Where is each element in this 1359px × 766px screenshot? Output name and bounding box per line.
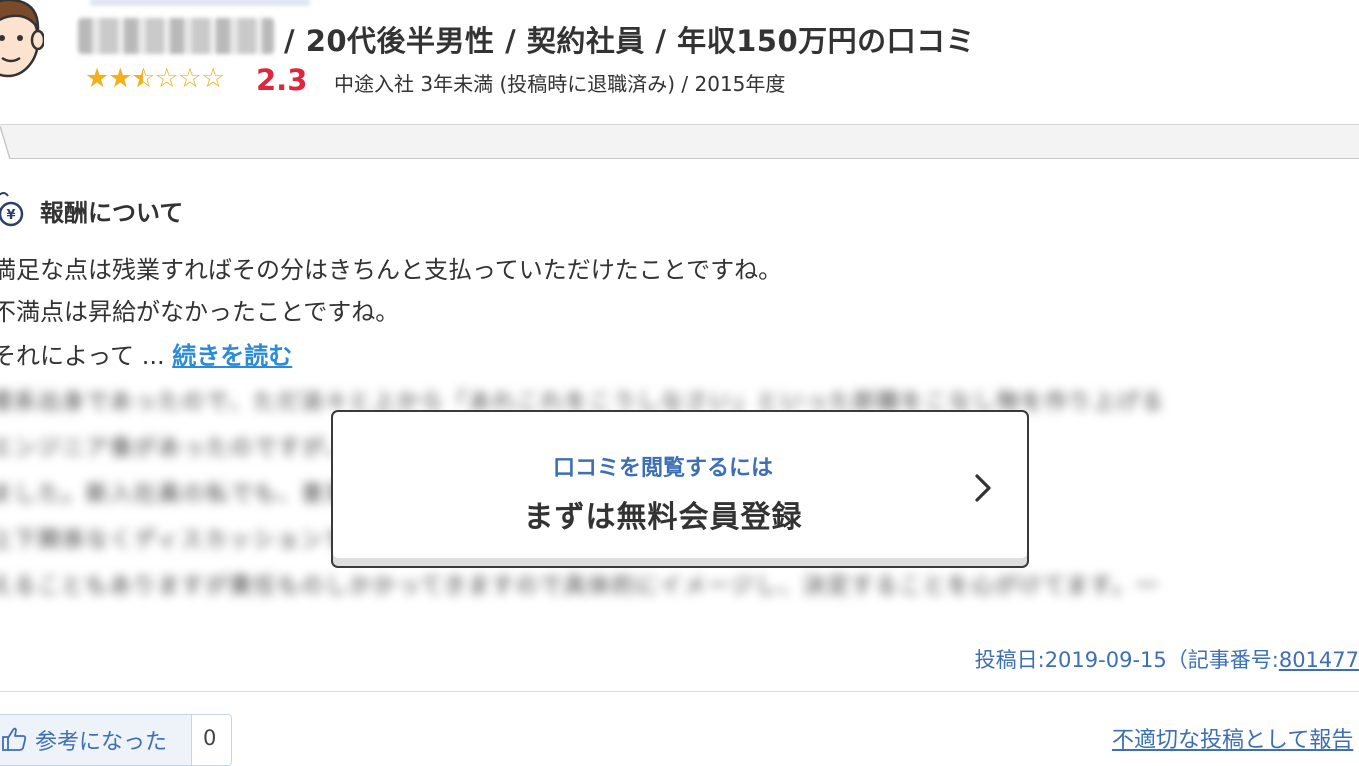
- star-rating: ★★★☆☆☆☆: [85, 63, 226, 94]
- report-link[interactable]: 不適切な投稿として報告: [1112, 722, 1353, 754]
- read-more-link[interactable]: 続きを読む: [172, 342, 292, 370]
- blurred-company-name: [78, 18, 274, 54]
- post-date: 投稿日:2019-09-15（記事番号:801477: [974, 648, 1359, 672]
- yen-coin-icon: ¥: [0, 192, 24, 227]
- divider: [0, 158, 1359, 159]
- svg-text:¥: ¥: [6, 208, 15, 223]
- review-text-line: 不満点は昇給がなかったことですね。: [0, 298, 400, 326]
- thumbs-up-icon: [2, 727, 27, 751]
- section-title: 報酬について: [40, 199, 184, 227]
- review-text-line: 満足な点は残業すればその分はきちんと支払っていただけたことですね。: [0, 256, 783, 284]
- star-half-icon: ★☆: [131, 63, 155, 94]
- tab-bar: [0, 125, 1359, 158]
- helpful-button[interactable]: 参考になった 0: [0, 714, 232, 766]
- review-title: / 20代後半男性 / 契約社員 / 年収150万円の口コミ: [284, 24, 976, 58]
- cta-subtitle: 口コミを閲覧するには: [552, 456, 773, 481]
- blurred-line: えることもありますが責任ものしかかってきますので具体的にイメージし、決定すること…: [0, 574, 1160, 599]
- blurred-header-text: [90, 0, 310, 6]
- star-full-icon: ★★: [85, 63, 132, 94]
- divider: [0, 691, 1359, 692]
- review-meta: 中途入社 3年未満 (投稿時に退職済み) / 2015年度: [334, 72, 786, 96]
- article-number-link[interactable]: 801477: [1279, 648, 1359, 672]
- helpful-label: 参考になった: [35, 730, 168, 755]
- rating-value: 2.3: [256, 63, 308, 97]
- helpful-count: 0: [203, 726, 217, 750]
- avatar: [0, 0, 44, 78]
- register-cta-button[interactable]: 口コミを閲覧するには まずは無料会員登録: [331, 410, 1029, 568]
- cta-title: まずは無料会員登録: [523, 500, 803, 535]
- helpful-button-body[interactable]: 参考になった: [0, 715, 192, 765]
- tab-notch: [0, 126, 11, 160]
- chevron-right-icon: [975, 474, 991, 502]
- review-text-line: それによって ... 続きを読む: [0, 342, 293, 370]
- star-empty-icon: ☆☆☆: [154, 63, 226, 94]
